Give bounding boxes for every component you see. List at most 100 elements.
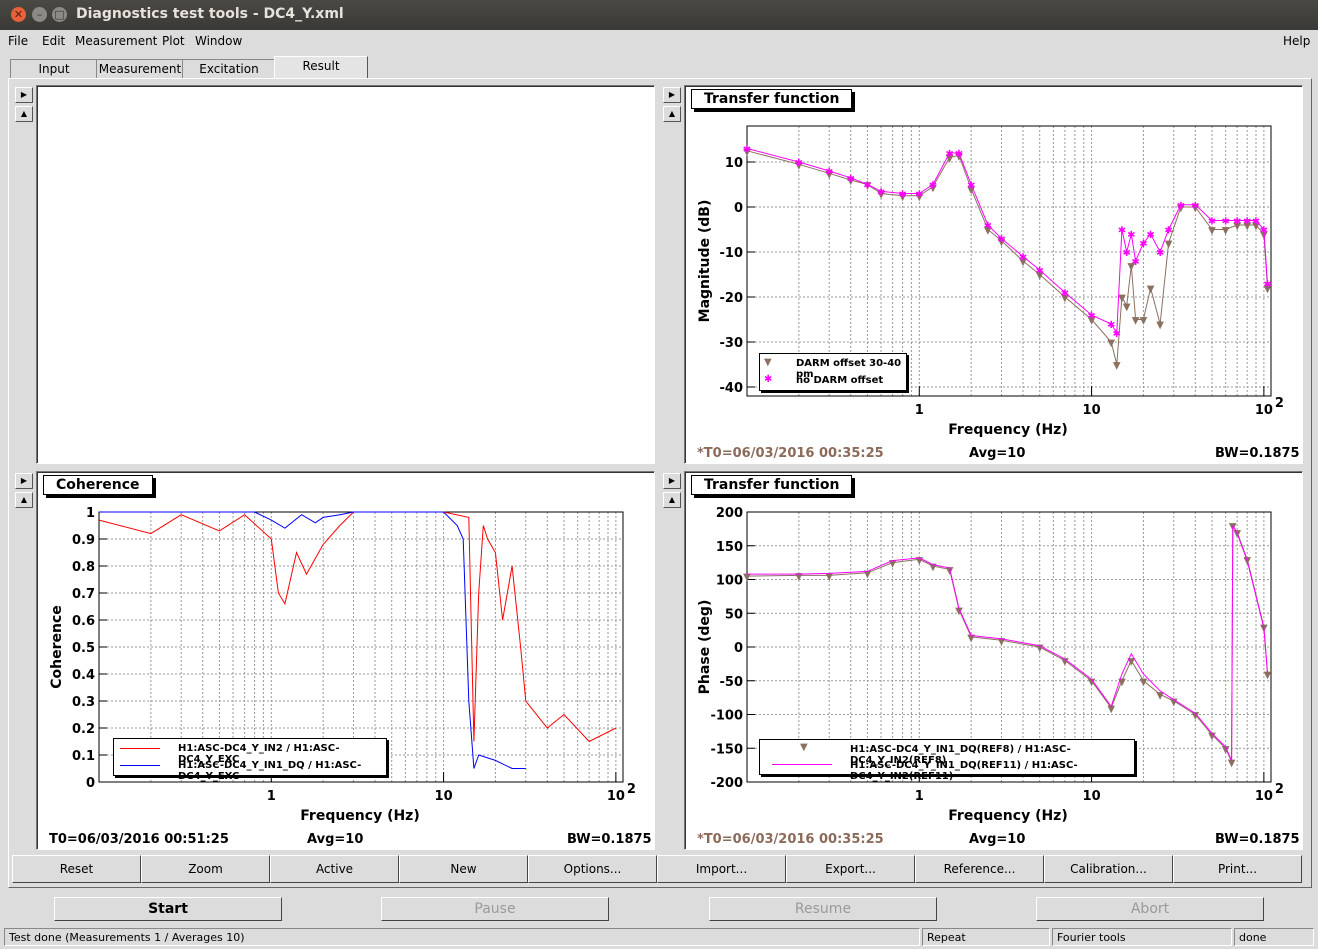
coh-ytick-label: 0.3: [72, 695, 95, 710]
minimize-icon[interactable]: –: [32, 7, 47, 22]
coh-xtick-label: 10: [607, 789, 625, 804]
mag-ytick-label: -10: [720, 246, 744, 261]
coherence-title: Coherence: [43, 475, 153, 495]
mag-series-1-point: ✱: [1191, 201, 1199, 212]
ph-ytick-label: 50: [725, 607, 743, 622]
export-button[interactable]: Export...: [786, 855, 915, 883]
tf-phase-t0: *T0=06/03/2016 00:35:25: [697, 832, 884, 847]
coh-ytick-label: 0.4: [72, 668, 95, 683]
empty-plot-pad[interactable]: [36, 85, 655, 464]
calibration-button[interactable]: Calibration...: [1044, 855, 1173, 883]
pad3-collapse-button[interactable]: ▲: [15, 492, 33, 508]
close-icon[interactable]: ✕: [11, 7, 26, 22]
ph-series-0-point: ▼: [1036, 643, 1044, 654]
pad2-expand-button[interactable]: ▶: [663, 87, 681, 103]
pause-button[interactable]: Pause: [381, 897, 609, 921]
plot-button-row: Reset Zoom Active New Options... Import.…: [10, 855, 1302, 883]
mag-series-0-line: [746, 150, 1268, 365]
tf-magnitude-pad[interactable]: 10 0 -10 -20 -30 -40 1 10 10 2 Frequency (Hz) Magni…: [684, 85, 1303, 464]
tf-magnitude-avg: Avg=10: [969, 446, 1026, 461]
mag-series-1-point: ✱: [967, 181, 975, 192]
mag-series-1-point: ✱: [1208, 217, 1216, 228]
ph-series-0-point: ▼: [1170, 697, 1178, 708]
mag-series-1-point: ✱: [1131, 257, 1139, 268]
ph-ytick-label: 150: [716, 540, 743, 555]
maximize-icon[interactable]: □: [52, 7, 67, 22]
tf-magnitude-chart: 100-10-20-30-401 10 10 2Frequency (Hz)Magni…: [697, 125, 1284, 438]
menu-file[interactable]: File: [8, 34, 28, 48]
tf-phase-title: Transfer function: [691, 475, 853, 495]
menu-help[interactable]: Help: [1283, 34, 1310, 48]
mag-ylabel: Magnitude (dB): [697, 200, 713, 323]
menu-edit[interactable]: Edit: [42, 34, 65, 48]
pad2-collapse-button[interactable]: ▲: [663, 106, 681, 122]
blue-line-icon: [120, 765, 160, 766]
status-tool: Fourier tools: [1052, 928, 1232, 946]
tab-excitation[interactable]: Excitation: [182, 59, 276, 79]
menu-plot[interactable]: Plot: [162, 34, 185, 48]
mag-ytick-label: 0: [734, 201, 743, 216]
status-message: Test done (Measurements 1 / Averages 10): [4, 928, 920, 946]
coh-ytick-label: 0.6: [72, 614, 95, 629]
reference-button[interactable]: Reference...: [915, 855, 1044, 883]
start-button[interactable]: Start: [54, 897, 282, 921]
new-button[interactable]: New: [399, 855, 528, 883]
title-bar: ✕ – □ Diagnostics test tools - DC4_Y.xml: [0, 0, 1318, 30]
pad4-expand-button[interactable]: ▶: [663, 473, 681, 489]
ph-series-0-point: ▼: [998, 636, 1006, 647]
zoom-button[interactable]: Zoom: [141, 855, 270, 883]
mag-series-1-point: ✱: [1260, 226, 1268, 237]
ph-ytick-label: -50: [720, 675, 744, 690]
coherence-chart: 10.90.80.70.60.50.40.30.20.101 10 10 2Frequ…: [49, 506, 636, 824]
coh-ytick-label: 1: [86, 506, 95, 521]
ph-xtick-label: 10: [1255, 789, 1273, 804]
coherence-pad[interactable]: 1 0.9 0.8 0.7 0.6 0.5 0.4 0.3 0.2 0.1 0 1 10 10 2 Frequ…: [36, 471, 655, 850]
coh-xlabel: Frequency (Hz): [300, 808, 419, 824]
mag-series-0-point: ▼: [1147, 284, 1155, 295]
active-button[interactable]: Active: [270, 855, 399, 883]
ph-ytick-label: 100: [716, 574, 743, 589]
coh-xtick-label: 10: [435, 789, 453, 804]
menu-bar: File Edit Measurement Plot Window Help: [0, 30, 1318, 52]
status-mode: Repeat: [922, 928, 1050, 946]
mag-series-0-point: ▼: [1140, 316, 1148, 327]
tab-result[interactable]: Result: [274, 56, 368, 79]
legend-entry-ref11: H1:ASC-DC4_Y_IN1_DQ(REF11) / H1:ASC-DC4_…: [850, 760, 1078, 782]
coh-ylabel: Coherence: [49, 605, 65, 689]
pad4-collapse-button[interactable]: ▲: [663, 492, 681, 508]
mag-series-1-point: ✱: [945, 149, 953, 160]
print-button[interactable]: Print...: [1173, 855, 1302, 883]
mag-xtick-label: 10: [1255, 403, 1273, 418]
mag-series-1-point: ✱: [825, 167, 833, 178]
coh-ytick-label: 0.2: [72, 722, 95, 737]
tf-phase-avg: Avg=10: [969, 832, 1026, 847]
ph-series-1-line: [747, 525, 1268, 761]
mag-ytick-label: -20: [720, 291, 744, 306]
import-button[interactable]: Import...: [657, 855, 786, 883]
coh-ytick-label: 0.1: [72, 749, 95, 764]
mag-series-0-point: ▼: [1113, 361, 1121, 372]
abort-button[interactable]: Abort: [1036, 897, 1264, 921]
tf-magnitude-title: Transfer function: [691, 89, 853, 109]
resume-button[interactable]: Resume: [709, 897, 937, 921]
pad1-collapse-button[interactable]: ▲: [15, 106, 33, 122]
tf-phase-pad[interactable]: 200 150 100 50 0 -50 -100 -150 -200 1 10 10 2 Frequen…: [684, 471, 1303, 850]
tab-measurement[interactable]: Measurement: [96, 59, 184, 79]
ph-ytick-label: 0: [734, 641, 743, 656]
menu-window[interactable]: Window: [195, 34, 242, 48]
mag-series-1-point: ✱: [1146, 230, 1154, 241]
triangle-marker-icon: ▼: [800, 742, 808, 753]
tab-input[interactable]: Input: [10, 59, 98, 79]
pad1-expand-button[interactable]: ▶: [15, 87, 33, 103]
pad3-expand-button[interactable]: ▶: [15, 473, 33, 489]
menu-measurement[interactable]: Measurement: [75, 34, 157, 48]
tf-phase-chart: 200150100500-50-100-150-2001 10 10 2Frequen…: [697, 506, 1284, 824]
options-button[interactable]: Options...: [528, 855, 657, 883]
reset-button[interactable]: Reset: [12, 855, 141, 883]
mag-series-1-point: ✱: [1233, 217, 1241, 228]
tf-magnitude-legend: ▼ DARM offset 30-40 pm ✱ no DARM offset: [759, 353, 907, 391]
coherence-t0: T0=06/03/2016 00:51:25: [49, 832, 229, 847]
ph-ytick-label: -100: [710, 709, 743, 724]
mag-series-1-point: ✱: [1156, 248, 1164, 259]
mag-series-1-point: ✱: [997, 235, 1005, 246]
